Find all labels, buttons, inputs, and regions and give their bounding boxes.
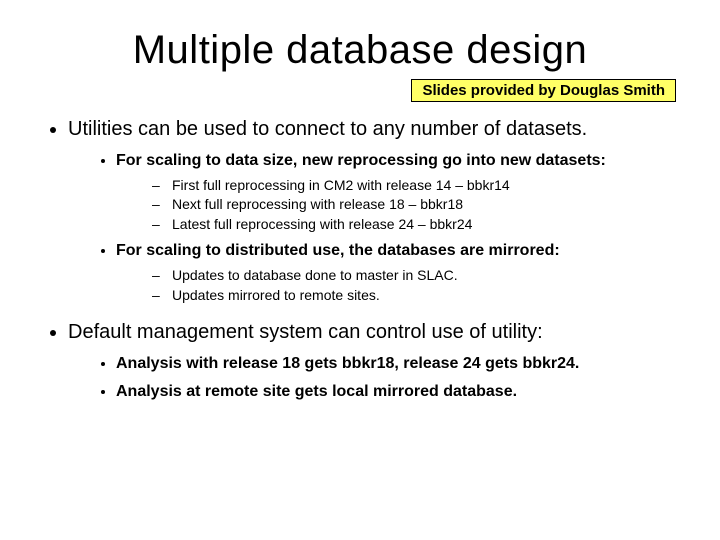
bullet-text: First full reprocessing in CM2 with rele… (172, 177, 510, 193)
attribution-wrap: Slides provided by Douglas Smith (44, 79, 676, 102)
list-item: Analysis at remote site gets local mirro… (116, 381, 676, 403)
list-item: Default management system can control us… (68, 319, 676, 402)
list-item: Latest full reprocessing with release 24… (172, 215, 676, 235)
list-item: Updates mirrored to remote sites. (172, 286, 676, 306)
bullet-text: Latest full reprocessing with release 24… (172, 216, 472, 232)
bullet-text: For scaling to data size, new reprocessi… (116, 152, 606, 169)
bullet-text: Utilities can be used to connect to any … (68, 118, 587, 140)
slide-title: Multiple database design (44, 28, 676, 73)
list-item: First full reprocessing in CM2 with rele… (172, 176, 676, 196)
bullet-text: Analysis at remote site gets local mirro… (116, 383, 517, 400)
list-item: Utilities can be used to connect to any … (68, 116, 676, 305)
bullet-text: Next full reprocessing with release 18 –… (172, 196, 463, 212)
bullet-list-level3: Updates to database done to master in SL… (116, 266, 676, 305)
bullet-text: Updates mirrored to remote sites. (172, 287, 380, 303)
list-item: Next full reprocessing with release 18 –… (172, 195, 676, 215)
bullet-text: Default management system can control us… (68, 321, 543, 343)
bullet-text: Analysis with release 18 gets bbkr18, re… (116, 355, 579, 372)
bullet-text: Updates to database done to master in SL… (172, 267, 458, 283)
list-item: Updates to database done to master in SL… (172, 266, 676, 286)
bullet-list-level2: For scaling to data size, new reprocessi… (68, 150, 676, 305)
list-item: For scaling to distributed use, the data… (116, 240, 676, 305)
list-item: Analysis with release 18 gets bbkr18, re… (116, 353, 676, 375)
bullet-list-level3: First full reprocessing in CM2 with rele… (116, 176, 676, 235)
attribution-box: Slides provided by Douglas Smith (411, 79, 676, 102)
bullet-list-level2: Analysis with release 18 gets bbkr18, re… (68, 353, 676, 402)
slide: Multiple database design Slides provided… (0, 0, 720, 540)
bullet-text: For scaling to distributed use, the data… (116, 242, 560, 259)
list-item: For scaling to data size, new reprocessi… (116, 150, 676, 234)
bullet-list-level1: Utilities can be used to connect to any … (44, 116, 676, 402)
